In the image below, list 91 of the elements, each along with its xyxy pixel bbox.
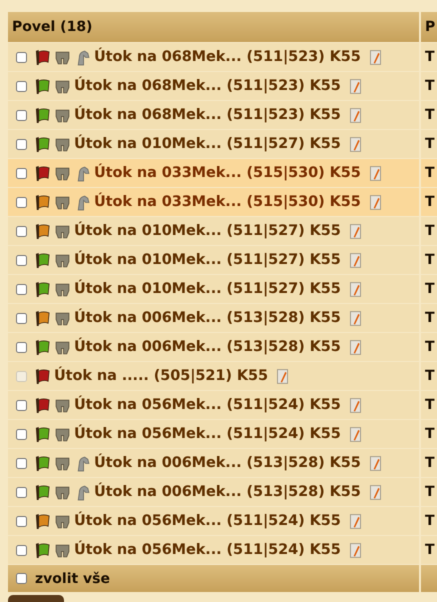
command-link[interactable]: Útok na 068Mek... (511|523) K55 xyxy=(74,78,341,94)
row-checkbox[interactable] xyxy=(16,196,27,208)
command-link[interactable]: Útok na 068Mek... (511|523) K55 xyxy=(94,49,361,65)
table-cell: T xyxy=(421,246,437,274)
flag-icon xyxy=(34,338,51,356)
flag-icon xyxy=(34,542,51,558)
table-cell: T xyxy=(421,333,437,361)
table-cell: T xyxy=(421,507,437,535)
flag-icon xyxy=(34,164,51,182)
table-cell: T xyxy=(421,536,437,564)
edit-icon[interactable] xyxy=(350,136,361,152)
table-cell: T xyxy=(421,72,437,100)
command-link[interactable]: Útok na 033Mek... (515|530) K55 xyxy=(94,165,361,181)
row-checkbox[interactable] xyxy=(16,486,27,498)
select-all-checkbox[interactable] xyxy=(16,573,27,584)
command-link[interactable]: Útok na 010Mek... (511|527) K55 xyxy=(74,223,341,239)
table-cell: T xyxy=(421,304,437,332)
table-cell: T xyxy=(421,43,437,71)
table-cell: T xyxy=(421,362,437,390)
row-checkbox[interactable] xyxy=(16,458,27,468)
edit-icon[interactable] xyxy=(370,456,381,470)
command-link[interactable]: Útok na 006Mek... (513|528) K55 xyxy=(94,484,361,500)
edit-icon[interactable] xyxy=(370,484,381,500)
column-header: P xyxy=(421,12,437,42)
command-link[interactable]: Útok na 056Mek... (511|524) K55 xyxy=(74,542,341,558)
edit-icon[interactable] xyxy=(350,78,361,94)
flag-icon xyxy=(34,280,51,298)
command-link[interactable]: Útok na 010Mek... (511|527) K55 xyxy=(74,252,341,268)
flag-icon xyxy=(34,310,51,326)
table-cell: T xyxy=(421,217,437,245)
edit-icon[interactable] xyxy=(350,252,361,268)
flag-icon xyxy=(34,396,51,414)
row-checkbox[interactable] xyxy=(16,254,27,266)
table-cell: T xyxy=(421,391,437,419)
flag-icon xyxy=(34,222,51,240)
command-link[interactable]: Útok na 006Mek... (513|528) K55 xyxy=(94,455,361,471)
row-checkbox[interactable] xyxy=(16,544,27,556)
edit-icon[interactable] xyxy=(350,108,361,122)
select-all-label: zvolit vše xyxy=(35,570,110,586)
table-cell: T xyxy=(421,188,437,216)
command-link[interactable]: Útok na 056Mek... (511|524) K55 xyxy=(74,513,341,529)
edit-icon[interactable] xyxy=(350,340,361,354)
row-checkbox[interactable] xyxy=(16,80,27,92)
command-link[interactable]: Útok na 056Mek... (511|524) K55 xyxy=(74,426,341,442)
table-cell: T xyxy=(421,130,437,158)
row-checkbox[interactable] xyxy=(16,284,27,294)
row-checkbox[interactable] xyxy=(16,516,27,526)
flag-icon xyxy=(34,512,51,530)
flag-icon xyxy=(34,48,51,66)
command-link[interactable]: Útok na 056Mek... (511|524) K55 xyxy=(74,397,341,413)
flag-icon xyxy=(34,194,51,210)
flag-icon xyxy=(34,426,51,442)
flag-icon xyxy=(34,136,51,152)
edit-icon[interactable] xyxy=(350,282,361,296)
edit-icon[interactable] xyxy=(370,194,381,210)
column-header: Povel (18) xyxy=(8,12,419,42)
table-cell: T xyxy=(421,449,437,477)
table-cell: T xyxy=(421,275,437,303)
edit-icon[interactable] xyxy=(350,426,361,442)
flag-icon xyxy=(34,368,51,384)
row-checkbox[interactable] xyxy=(16,168,27,178)
command-link[interactable]: Útok na 010Mek... (511|527) K55 xyxy=(74,281,341,297)
command-link[interactable]: Útok na 006Mek... (513|528) K55 xyxy=(74,339,341,355)
edit-icon[interactable] xyxy=(350,224,361,238)
edit-icon[interactable] xyxy=(350,514,361,528)
table-cell: T xyxy=(421,420,437,448)
flag-icon xyxy=(34,484,51,500)
row-checkbox[interactable] xyxy=(16,226,27,236)
row-checkbox[interactable] xyxy=(16,312,27,324)
edit-icon[interactable] xyxy=(370,166,381,180)
edit-icon[interactable] xyxy=(350,542,361,558)
edit-icon[interactable] xyxy=(350,398,361,412)
row-checkbox[interactable] xyxy=(16,428,27,440)
row-checkbox[interactable] xyxy=(16,138,27,150)
row-checkbox[interactable] xyxy=(16,400,27,410)
edit-icon[interactable] xyxy=(350,310,361,326)
table-cell: T xyxy=(421,159,437,187)
row-checkbox[interactable] xyxy=(16,52,27,62)
flag-icon xyxy=(34,78,51,94)
command-link[interactable]: Útok na 033Mek... (515|530) K55 xyxy=(94,194,361,210)
row-checkbox[interactable] xyxy=(16,110,27,120)
flag-icon xyxy=(34,106,51,124)
row-checkbox[interactable] xyxy=(16,342,27,352)
command-link[interactable]: Útok na 068Mek... (511|523) K55 xyxy=(74,107,341,123)
flag-icon xyxy=(34,252,51,268)
table-cell: T xyxy=(421,478,437,506)
command-link[interactable]: Útok na 006Mek... (513|528) K55 xyxy=(74,310,341,326)
edit-icon[interactable] xyxy=(370,50,381,64)
table-cell: T xyxy=(421,101,437,129)
command-link[interactable]: Útok na 010Mek... (511|527) K55 xyxy=(74,136,341,152)
flag-icon xyxy=(34,454,51,472)
